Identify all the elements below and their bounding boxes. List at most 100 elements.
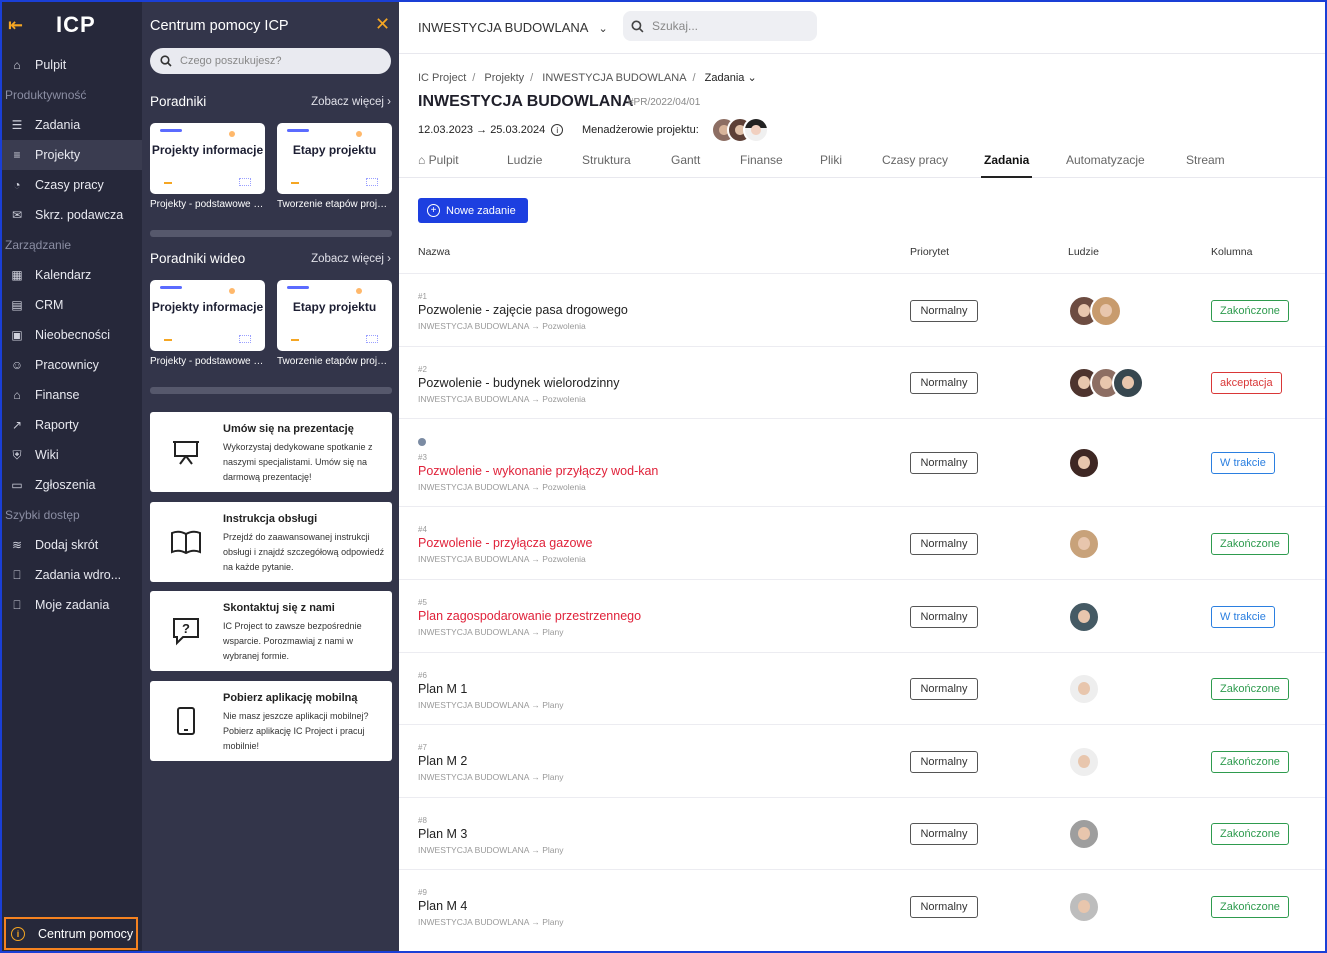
sidebar-item[interactable]: ≡ Projekty [2,140,142,170]
close-icon[interactable]: ✕ [375,14,390,35]
videos-more-link[interactable]: Zobacz więcej › [311,253,391,265]
task-name[interactable]: Pozwolenie - wykonanie przyłączy wod-kan [418,464,658,478]
people-avatars[interactable] [1068,447,1100,479]
tab-zadania[interactable]: Zadania [981,153,1033,178]
priority-badge[interactable]: Normalny [910,605,978,628]
presentation-card[interactable]: Umów się na prezentację Wykorzystaj dedy… [150,412,392,492]
avatar[interactable] [1090,294,1122,327]
task-name[interactable]: Pozwolenie - zajęcie pasa drogowego [418,303,628,317]
guides-scrollbar[interactable] [150,230,392,481]
status-badge[interactable]: Zakończone [1211,678,1289,700]
table-row[interactable]: #1 Pozwolenie - zajęcie pasa drogowego INW… [399,273,1325,346]
global-search-input[interactable] [652,19,802,33]
help-search-input[interactable] [180,55,370,67]
sidebar-item[interactable]: ⛨ Wiki [2,440,142,470]
sidebar-item[interactable]: ▣ Nieobecności [2,320,142,350]
people-avatars[interactable] [1068,745,1100,778]
sidebar-item[interactable]: ▭ Zgłoszenia [2,470,142,500]
breadcrumb-item[interactable]: INWESTYCJA BUDOWLANA [542,72,686,84]
breadcrumb-item[interactable]: IC Project [418,72,466,84]
task-name[interactable]: Plan M 1 [418,682,467,696]
status-badge[interactable]: Zakończone [1211,532,1289,555]
table-row[interactable]: #8 Plan M 3 INWESTYCJA BUDOWLANA → Plany No… [399,797,1325,869]
video-card[interactable]: Etapy projektu Tworzenie etapów projektu [277,280,392,367]
avatar[interactable] [1068,600,1100,633]
collapse-arrow-icon[interactable]: ⇤ [8,15,23,36]
sidebar-item[interactable]: ☰ Zadania [2,110,142,140]
task-name[interactable]: Plan M 2 [418,754,467,768]
table-row[interactable]: #3 Pozwolenie - wykonanie przyłączy wod-k… [399,418,1325,506]
col-header-people[interactable]: Ludzie [1068,246,1099,258]
managers-avatars[interactable] [711,117,769,143]
table-row[interactable]: #2 Pozwolenie - budynek wielorodzinny INWE… [399,346,1325,418]
video-card[interactable]: Projekty informacje Projekty - podstawow… [150,280,265,367]
col-header-column[interactable]: Kolumna [1211,246,1252,258]
avatar[interactable] [1068,447,1100,479]
table-row[interactable]: #7 Plan M 2 INWESTYCJA BUDOWLANA → Plany No… [399,724,1325,797]
sidebar-item[interactable]: ▦ Kalendarz [2,260,142,290]
guide-card[interactable]: Etapy projektu Tworzenie etapów projektu [277,123,392,210]
tab-automatyzacje[interactable]: Automatyzacje [1066,153,1145,178]
priority-badge[interactable]: Normalny [910,299,978,322]
priority-badge[interactable]: Normalny [910,372,978,394]
breadcrumb-current[interactable]: Zadania ⌄ [705,72,757,84]
tab-stream[interactable]: Stream [1186,153,1225,178]
sidebar-item[interactable]: ↗ Raporty [2,410,142,440]
tab-finanse[interactable]: Finanse [740,153,783,178]
status-badge[interactable]: Zakończone [1211,823,1289,845]
breadcrumb-item[interactable]: Projekty [484,72,524,84]
priority-badge[interactable]: Normalny [910,452,978,474]
manual-card[interactable]: Instrukcja obsługi Przejdź do zaawansowa… [150,502,392,582]
people-avatars[interactable] [1068,600,1100,633]
people-avatars[interactable] [1068,818,1100,850]
sidebar-item[interactable]: ⌂ Pulpit [2,50,142,80]
guides-more-link[interactable]: Zobacz więcej › [311,96,391,108]
priority-badge[interactable]: Normalny [910,532,978,555]
table-row[interactable]: #4 Pozwolenie - przyłącza gazowe INWESTYCJ… [399,506,1325,579]
mobile-app-card[interactable]: Pobierz aplikację mobilną Nie masz jeszc… [150,681,392,761]
info-icon[interactable]: i [551,124,564,136]
task-name[interactable]: Plan M 3 [418,827,467,841]
task-name[interactable]: Pozwolenie - budynek wielorodzinny [418,376,620,390]
tab-pulpit[interactable]: ⌂ Pulpit [418,153,459,178]
help-center-button[interactable]: i Centrum pomocy [4,917,138,950]
sidebar-item[interactable]: ⌂ Finanse [2,380,142,410]
table-row[interactable]: #9 Plan M 4 INWESTYCJA BUDOWLANA → Plany No… [399,869,1325,942]
status-badge[interactable]: Zakończone [1211,895,1289,918]
tab-czasy-pracy[interactable]: Czasy pracy [882,153,948,178]
status-badge[interactable]: akceptacja [1211,372,1282,394]
avatar[interactable] [1068,890,1100,923]
guide-card[interactable]: Projekty informacje Projekty - podstawow… [150,123,265,210]
status-badge[interactable]: Zakończone [1211,299,1289,322]
priority-badge[interactable]: Normalny [910,750,978,773]
avatar[interactable] [1068,818,1100,850]
people-avatars[interactable] [1068,527,1100,560]
col-header-priority[interactable]: Priorytet [910,246,949,258]
status-badge[interactable]: W trakcie [1211,605,1275,628]
col-header-name[interactable]: Nazwa [418,246,450,258]
project-selector[interactable]: INWESTYCJA BUDOWLANA ⌄ [418,20,608,35]
sidebar-item[interactable]: ◔ Czasy pracy [2,170,142,200]
new-task-button[interactable]: + Nowe zadanie [418,198,528,223]
tab-ludzie[interactable]: Ludzie [507,153,542,178]
sidebar-item[interactable]: ▤ CRM [2,290,142,320]
task-name[interactable]: Plan M 4 [418,899,467,913]
table-row[interactable]: #6 Plan M 1 INWESTYCJA BUDOWLANA → Plany No… [399,652,1325,724]
sidebar-item[interactable]: ⎕ Moje zadania [2,590,142,620]
task-name[interactable]: Plan zagospodarowanie przestrzennego [418,609,641,623]
status-badge[interactable]: W trakcie [1211,452,1275,474]
sidebar-item[interactable]: ☺ Pracownicy [2,350,142,380]
avatar[interactable] [1068,527,1100,560]
priority-badge[interactable]: Normalny [910,678,978,700]
people-avatars[interactable] [1068,673,1100,705]
people-avatars[interactable] [1068,294,1122,327]
priority-badge[interactable]: Normalny [910,823,978,845]
sidebar-item[interactable]: ✉ Skrz. podawcza [2,200,142,230]
sidebar-item[interactable]: ≋ Dodaj skrót [2,530,142,560]
avatar[interactable] [1112,367,1144,399]
table-row[interactable]: #5 Plan zagospodarowanie przestrzennego IN… [399,579,1325,652]
avatar[interactable] [1068,673,1100,705]
priority-badge[interactable]: Normalny [910,895,978,918]
tab-pliki[interactable]: Pliki [820,153,842,178]
sidebar-item[interactable]: ⎕ Zadania wdro... [2,560,142,590]
